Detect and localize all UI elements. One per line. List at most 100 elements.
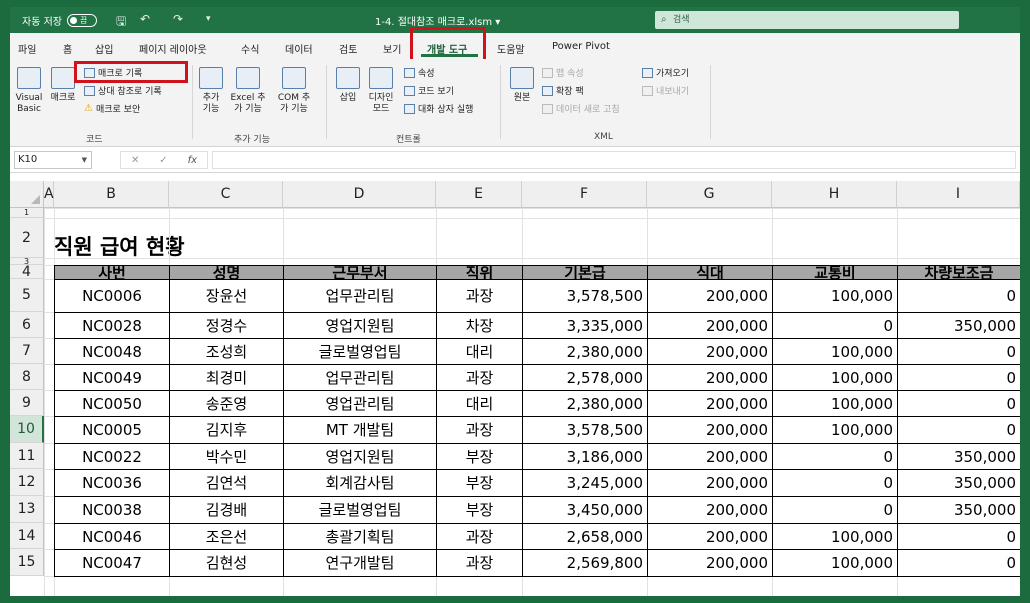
export-button[interactable]: 내보내기 — [642, 84, 689, 97]
table-cell[interactable]: 350,000 — [897, 443, 1020, 470]
table-cell[interactable]: 부장 — [436, 443, 523, 470]
table-cell[interactable]: 영업지원팀 — [283, 443, 437, 470]
table-cell[interactable]: 업무관리팀 — [283, 279, 437, 313]
table-cell[interactable]: 350,000 — [897, 312, 1020, 339]
table-cell[interactable]: 과장 — [436, 364, 523, 391]
select-all-corner[interactable] — [10, 181, 44, 208]
table-cell[interactable]: 0 — [897, 549, 1020, 577]
undo-icon[interactable]: ↶ — [140, 12, 150, 26]
table-cell[interactable]: 0 — [772, 312, 898, 339]
table-cell[interactable]: 100,000 — [772, 364, 898, 391]
macro-security-button[interactable]: ⚠ 매크로 보안 — [84, 102, 140, 115]
table-cell[interactable]: 영업관리팀 — [283, 390, 437, 417]
tab-data[interactable]: 데이터 — [285, 41, 313, 56]
table-cell[interactable]: 200,000 — [647, 496, 773, 524]
document-title[interactable]: 1-4. 절대참조 매크로.xlsm ▾ — [375, 13, 500, 28]
table-cell[interactable]: 0 — [897, 390, 1020, 417]
table-cell[interactable]: NC0005 — [54, 416, 170, 444]
tab-view[interactable]: 보기 — [383, 41, 401, 56]
column-header-h[interactable]: H — [772, 181, 897, 208]
row-header-2[interactable]: 2 — [10, 218, 44, 258]
table-cell[interactable]: NC0006 — [54, 279, 170, 313]
table-header[interactable]: 교통비 — [772, 265, 898, 281]
table-cell[interactable]: 2,578,000 — [522, 364, 648, 391]
table-cell[interactable]: 정경수 — [169, 312, 284, 339]
table-cell[interactable]: 200,000 — [647, 443, 773, 470]
column-header-i[interactable]: I — [897, 181, 1020, 208]
table-cell[interactable]: 최경미 — [169, 364, 284, 391]
table-cell[interactable]: 대리 — [436, 390, 523, 417]
table-cell[interactable]: 200,000 — [647, 338, 773, 365]
row-header-4[interactable]: 4 — [10, 265, 44, 279]
table-cell[interactable]: 조성희 — [169, 338, 284, 365]
table-cell[interactable]: 송준영 — [169, 390, 284, 417]
expansion-packs-button[interactable]: 확장 팩 — [542, 84, 584, 97]
row-header-8[interactable]: 8 — [10, 364, 44, 390]
table-cell[interactable]: 100,000 — [772, 549, 898, 577]
table-cell[interactable]: NC0028 — [54, 312, 170, 339]
table-cell[interactable]: 과장 — [436, 279, 523, 313]
table-cell[interactable]: 차장 — [436, 312, 523, 339]
table-cell[interactable]: 0 — [897, 416, 1020, 444]
table-cell[interactable]: 200,000 — [647, 279, 773, 313]
table-cell[interactable]: 부장 — [436, 496, 523, 524]
table-header[interactable]: 근무부서 — [283, 265, 437, 281]
row-header-5[interactable]: 5 — [10, 279, 44, 312]
table-cell[interactable]: 3,578,500 — [522, 416, 648, 444]
column-header-g[interactable]: G — [647, 181, 772, 208]
table-cell[interactable]: 3,578,500 — [522, 279, 648, 313]
table-cell[interactable]: NC0050 — [54, 390, 170, 417]
table-cell[interactable]: MT 개발팀 — [283, 416, 437, 444]
table-header[interactable]: 기본급 — [522, 265, 648, 281]
formula-input[interactable] — [212, 151, 1016, 169]
tab-page-layout[interactable]: 페이지 레이아웃 — [139, 41, 207, 56]
run-dialog-button[interactable]: 대화 상자 실행 — [404, 102, 473, 115]
table-cell[interactable]: 100,000 — [772, 279, 898, 313]
table-cell[interactable]: 3,450,000 — [522, 496, 648, 524]
column-header-b[interactable]: B — [54, 181, 169, 208]
table-cell[interactable]: 100,000 — [772, 390, 898, 417]
table-cell[interactable]: 글로벌영업팀 — [283, 338, 437, 365]
excel-addins-button[interactable]: Excel 추가 기능 — [228, 67, 268, 115]
chevron-down-icon[interactable]: ▼ — [82, 152, 87, 168]
table-cell[interactable]: 3,186,000 — [522, 443, 648, 470]
design-mode-button[interactable]: 디자인 모드 — [366, 67, 396, 115]
table-header[interactable]: 식대 — [647, 265, 773, 281]
table-cell[interactable]: 회계감사팀 — [283, 469, 437, 497]
column-header-c[interactable]: C — [169, 181, 283, 208]
autosave[interactable]: 자동 저장 끔 — [22, 13, 97, 28]
row-header-12[interactable]: 12 — [10, 469, 44, 496]
table-cell[interactable]: 조은선 — [169, 523, 284, 550]
tab-file[interactable]: 파일 — [18, 41, 36, 56]
table-cell[interactable]: 대리 — [436, 338, 523, 365]
visual-basic-button[interactable]: Visual Basic — [14, 67, 44, 115]
customize-toolbar-icon[interactable]: ▾ — [206, 14, 211, 24]
cancel-icon[interactable]: ✕ — [131, 155, 139, 166]
insert-function-icon[interactable]: fx — [188, 155, 197, 166]
table-cell[interactable]: 0 — [897, 364, 1020, 391]
addins-button[interactable]: 추가 기능 — [198, 67, 224, 115]
com-addins-button[interactable]: COM 추가 기능 — [274, 67, 314, 115]
row-header-13[interactable]: 13 — [10, 496, 44, 523]
import-button[interactable]: 가져오기 — [642, 66, 689, 79]
table-cell[interactable]: 과장 — [436, 416, 523, 444]
tab-formulas[interactable]: 수식 — [241, 41, 259, 56]
table-cell[interactable]: NC0038 — [54, 496, 170, 524]
table-cell[interactable]: 100,000 — [772, 523, 898, 550]
row-header-1[interactable]: 1 — [10, 208, 44, 218]
table-cell[interactable]: 글로벌영업팀 — [283, 496, 437, 524]
table-cell[interactable]: 과장 — [436, 523, 523, 550]
column-header-f[interactable]: F — [522, 181, 647, 208]
table-cell[interactable]: 과장 — [436, 549, 523, 577]
row-header-9[interactable]: 9 — [10, 390, 44, 416]
tab-insert[interactable]: 삽입 — [95, 41, 113, 56]
table-cell[interactable]: 0 — [897, 523, 1020, 550]
row-header-14[interactable]: 14 — [10, 523, 44, 549]
relative-reference-button[interactable]: 상대 참조로 기록 — [84, 84, 162, 97]
table-cell[interactable]: 장윤선 — [169, 279, 284, 313]
table-cell[interactable]: 박수민 — [169, 443, 284, 470]
redo-icon[interactable]: ↷ — [173, 12, 183, 26]
table-cell[interactable]: 350,000 — [897, 496, 1020, 524]
table-cell[interactable]: 2,569,800 — [522, 549, 648, 577]
row-header-7[interactable]: 7 — [10, 338, 44, 364]
